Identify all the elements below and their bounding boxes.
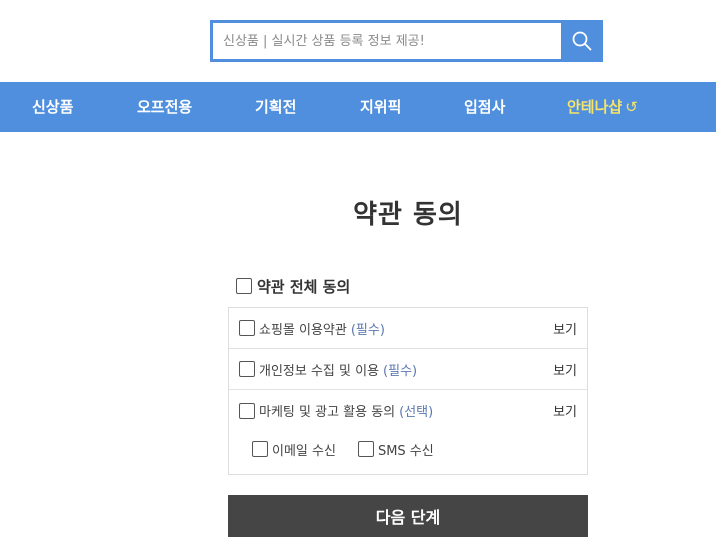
search-button[interactable] bbox=[561, 20, 603, 62]
nav-item-exhibitions[interactable]: 기획전 bbox=[255, 82, 296, 132]
term-optional-tag: (선택) bbox=[399, 405, 434, 420]
term-label: 쇼핑몰 이용약관 bbox=[259, 322, 347, 338]
agree-all[interactable]: 약관 전체 동의 bbox=[236, 274, 350, 298]
term-label: 마케팅 및 광고 활용 동의 bbox=[259, 405, 396, 420]
term-row-privacy: 개인정보 수집 및 이용 (필수) 보기 bbox=[229, 349, 587, 390]
term-label: 개인정보 수집 및 이용 bbox=[259, 363, 380, 379]
nav-item-new-products[interactable]: 신상품 bbox=[32, 82, 73, 132]
nav-item-label: 입점사 bbox=[464, 98, 506, 116]
nav-item-label: 오프전용 bbox=[137, 98, 193, 116]
sms-receive-label: SMS 수신 bbox=[377, 443, 434, 459]
term-checkbox-marketing[interactable] bbox=[239, 402, 255, 419]
nav-item-antenna-shop[interactable]: 안테나샵 ↺ bbox=[567, 82, 638, 132]
agree-all-checkbox[interactable] bbox=[236, 278, 252, 294]
refresh-icon: ↺ bbox=[625, 98, 638, 116]
marketing-options: 이메일 수신 SMS 수신 bbox=[229, 431, 587, 467]
sms-receive-checkbox[interactable] bbox=[357, 441, 374, 457]
search-input[interactable] bbox=[210, 20, 561, 62]
search-bar bbox=[210, 20, 603, 62]
term-view-link[interactable]: 보기 bbox=[553, 401, 577, 420]
page-title: 약관 동의 bbox=[353, 200, 463, 230]
nav-item-offline-only[interactable]: 오프전용 bbox=[137, 82, 192, 132]
nav-item-label: 신상품 bbox=[32, 98, 74, 116]
term-row-marketing: 마케팅 및 광고 활용 동의 (선택) 보기 bbox=[229, 390, 587, 431]
term-required-tag: (필수) bbox=[383, 363, 418, 379]
main-nav: 신상품 오프전용 기획전 지위픽 입점사 안테나샵 ↺ bbox=[0, 82, 716, 132]
search-icon bbox=[572, 31, 592, 51]
next-step-button[interactable]: 다음 단계 bbox=[228, 495, 588, 537]
term-row-shopping-mall: 쇼핑몰 이용약관 (필수) 보기 bbox=[229, 308, 587, 349]
term-checkbox-privacy[interactable] bbox=[239, 361, 255, 377]
nav-item-label: 지위픽 bbox=[360, 98, 402, 116]
term-view-link[interactable]: 보기 bbox=[553, 319, 577, 338]
agree-all-label: 약관 전체 동의 bbox=[257, 277, 351, 296]
nav-item-label: 안테나샵 bbox=[567, 98, 623, 116]
nav-item-pick[interactable]: 지위픽 bbox=[360, 82, 401, 132]
term-required-tag: (필수) bbox=[350, 322, 385, 338]
term-view-link[interactable]: 보기 bbox=[553, 360, 577, 379]
email-receive-checkbox[interactable] bbox=[252, 441, 268, 457]
nav-item-label: 기획전 bbox=[255, 98, 297, 116]
email-receive-label: 이메일 수신 bbox=[272, 443, 336, 459]
terms-list: 쇼핑몰 이용약관 (필수) 보기 개인정보 수집 및 이용 (필수) 보기 마케… bbox=[228, 307, 588, 475]
nav-item-vendors[interactable]: 입점사 bbox=[464, 82, 505, 132]
term-checkbox-shopping-mall[interactable] bbox=[239, 320, 255, 336]
